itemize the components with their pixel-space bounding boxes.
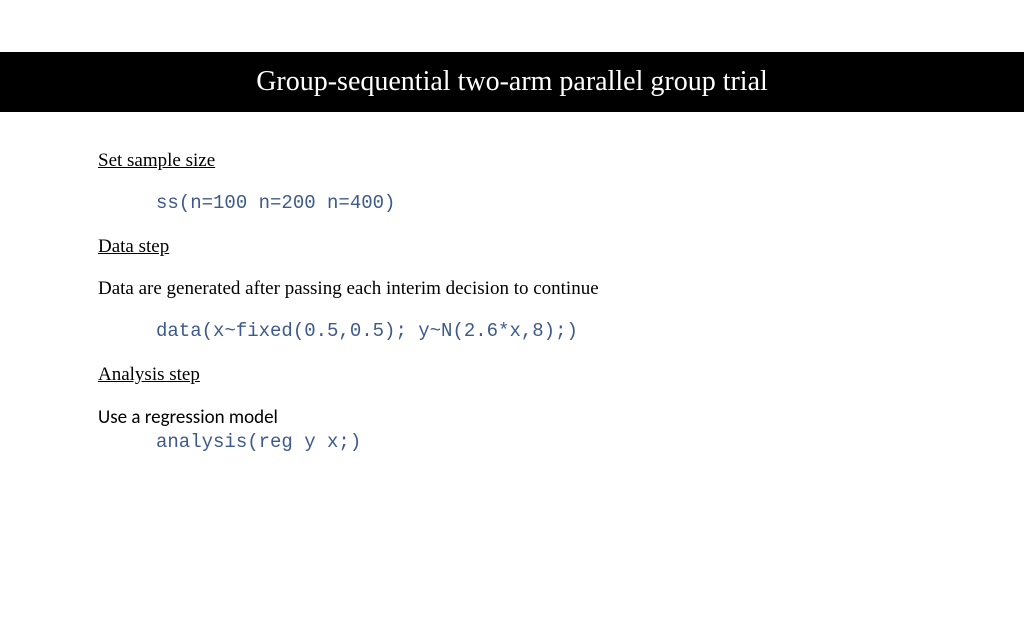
- section-data-step: Data step Data are generated after passi…: [98, 236, 926, 342]
- body-data-step: Data are generated after passing each in…: [98, 278, 926, 300]
- section-analysis-step: Analysis step Use a regression model ana…: [98, 364, 926, 453]
- slide-title: Group-sequential two-arm parallel group …: [256, 66, 768, 97]
- code-data-step: data(x~fixed(0.5,0.5); y~N(2.6*x,8);): [156, 320, 926, 342]
- heading-data-step: Data step: [98, 236, 926, 258]
- code-analysis-step: analysis(reg y x;): [156, 431, 926, 453]
- heading-analysis-step: Analysis step: [98, 364, 926, 386]
- slide-title-bar: Group-sequential two-arm parallel group …: [0, 52, 1024, 112]
- code-sample-size: ss(n=100 n=200 n=400): [156, 192, 926, 214]
- heading-sample-size: Set sample size: [98, 150, 926, 172]
- section-sample-size: Set sample size ss(n=100 n=200 n=400): [98, 150, 926, 214]
- slide: Group-sequential two-arm parallel group …: [0, 52, 1024, 628]
- slide-content: Set sample size ss(n=100 n=200 n=400) Da…: [0, 112, 1024, 453]
- body-analysis-step: Use a regression model: [98, 406, 926, 429]
